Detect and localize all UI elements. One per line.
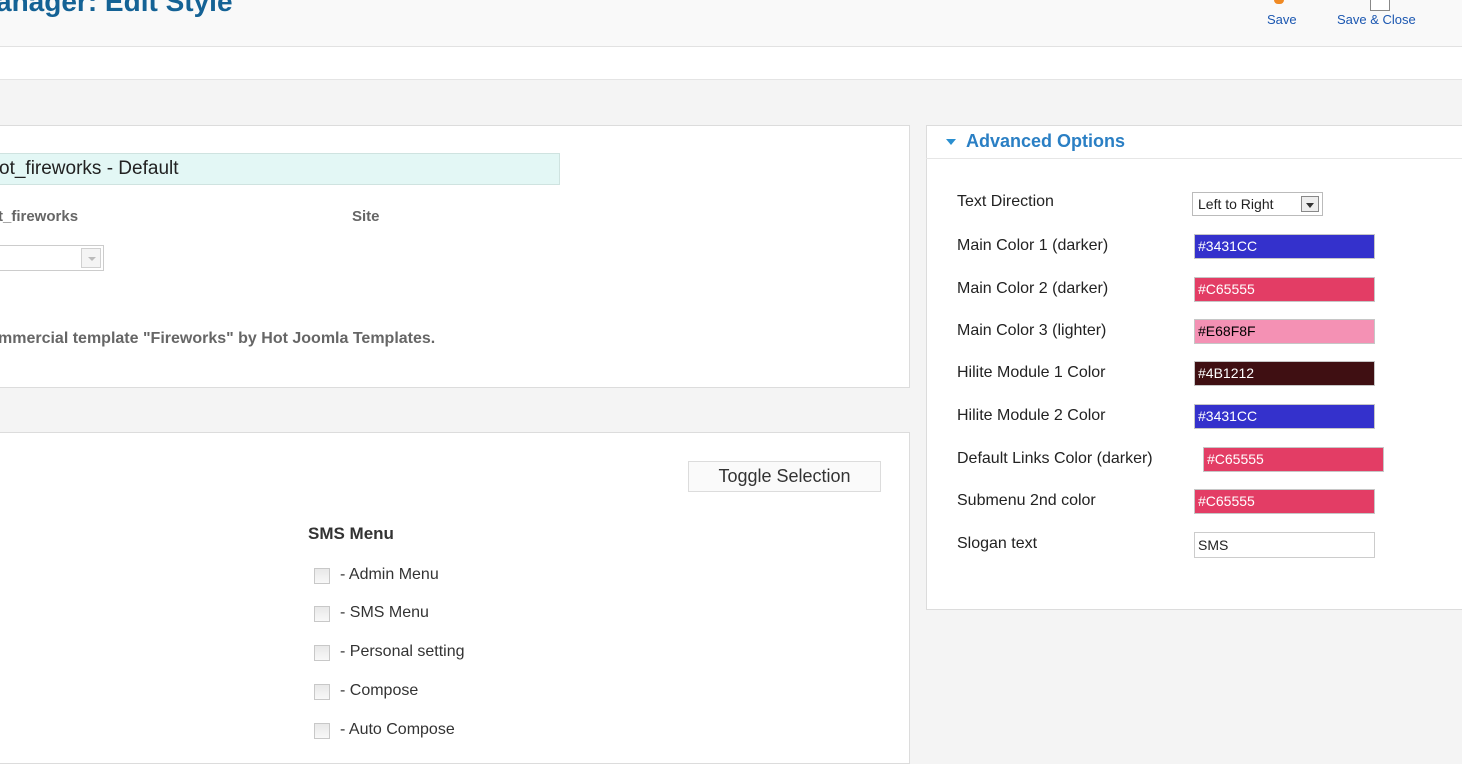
menu-item-label: - Compose	[340, 682, 419, 699]
toggle-selection-button[interactable]: Toggle Selection	[688, 461, 881, 492]
submenu-bar	[0, 47, 1462, 80]
save-close-button[interactable]: Save & Close	[1337, 12, 1416, 27]
chevron-down-icon[interactable]	[81, 248, 101, 268]
save-button[interactable]: Save	[1267, 12, 1297, 27]
menu-item-label: - Auto Compose	[340, 721, 455, 738]
template-description: mmercial template "Fireworks" by Hot Joo…	[0, 330, 436, 347]
color-field[interactable]: #3431CC	[1194, 234, 1375, 259]
text-direction-select[interactable]: Left to Right	[1192, 192, 1323, 216]
option-label: Main Color 2 (darker)	[957, 280, 1109, 297]
client-label: Site	[352, 208, 380, 225]
color-field[interactable]: #E68F8F	[1194, 319, 1375, 344]
save-close-icon[interactable]	[1370, 0, 1390, 11]
advanced-options-title[interactable]: Advanced Options	[966, 131, 1125, 152]
color-field[interactable]: #C65555	[1203, 447, 1384, 472]
menu-item-label: - SMS Menu	[340, 604, 429, 621]
color-field[interactable]: #3431CC	[1194, 404, 1375, 429]
collapse-arrow-icon[interactable]	[946, 139, 956, 145]
option-label: Default Links Color (darker)	[957, 450, 1153, 467]
option-label: Main Color 1 (darker)	[957, 237, 1109, 254]
menu-item-label: - Admin Menu	[340, 566, 439, 583]
default-select[interactable]	[0, 245, 104, 271]
menu-checkbox[interactable]	[314, 684, 330, 700]
text-direction-label: Text Direction	[957, 193, 1054, 210]
option-label: Hilite Module 1 Color	[957, 364, 1106, 381]
option-label: Main Color 3 (lighter)	[957, 322, 1107, 339]
menu-checkbox[interactable]	[314, 606, 330, 622]
option-label: Submenu 2nd color	[957, 492, 1096, 509]
menu-checkbox[interactable]	[314, 723, 330, 739]
template-name: t_fireworks	[0, 208, 79, 225]
text-direction-value: Left to Right	[1198, 196, 1274, 212]
color-field[interactable]: #C65555	[1194, 277, 1375, 302]
option-label: Hilite Module 2 Color	[957, 407, 1106, 424]
menu-checkbox[interactable]	[314, 645, 330, 661]
menu-checkbox[interactable]	[314, 568, 330, 584]
color-field[interactable]: #C65555	[1194, 489, 1375, 514]
menu-item-label: - Personal setting	[340, 643, 465, 660]
page-title: anager: Edit Style	[0, 0, 233, 17]
style-name-input[interactable]: ot_fireworks - Default	[0, 153, 560, 185]
menu-heading: SMS Menu	[308, 524, 394, 543]
chevron-down-icon[interactable]	[1301, 196, 1319, 212]
slogan-label: Slogan text	[957, 535, 1038, 552]
slogan-input[interactable]: SMS	[1194, 532, 1375, 558]
color-field[interactable]: #4B1212	[1194, 361, 1375, 386]
